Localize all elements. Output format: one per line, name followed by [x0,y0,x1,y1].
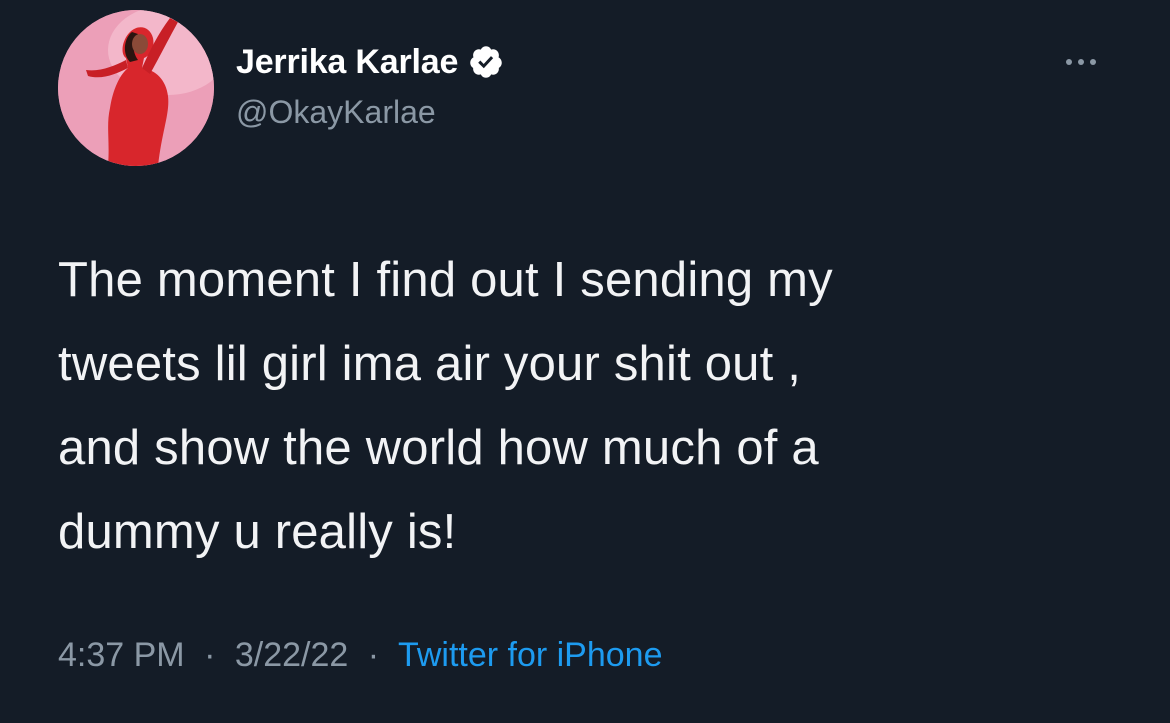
avatar[interactable] [58,10,214,166]
dot [1090,59,1096,65]
meta-separator: · [204,636,216,674]
tweet-card: Jerrika Karlae @OkayKarlae The moment I … [0,0,1170,723]
tweet-header: Jerrika Karlae @OkayKarlae [58,10,1118,170]
verified-badge-icon [468,44,504,80]
tweet-time[interactable]: 4:37 PM [58,636,185,674]
tweet-text-line: tweets lil girl ima air your shit out , [58,337,802,391]
tweet-text: The moment I find out I sending my tweet… [58,238,1118,574]
tweet-text-line: The moment I find out I sending my [58,253,833,307]
dot [1066,59,1072,65]
tweet-text-line: and show the world how much of a [58,421,819,475]
author-block: Jerrika Karlae @OkayKarlae [236,40,504,131]
tweet-text-line: dummy u really is! [58,505,457,559]
tweet-date[interactable]: 3/22/22 [235,636,348,674]
meta-separator: · [367,636,380,674]
display-name[interactable]: Jerrika Karlae [236,43,458,82]
more-options-icon[interactable] [1056,42,1106,82]
author-handle[interactable]: @OkayKarlae [236,94,504,131]
tweet-meta: 4:37 PM · 3/22/22 · Twitter for iPhone [58,636,663,675]
name-row: Jerrika Karlae [236,40,504,84]
avatar-image [58,10,214,166]
dot [1078,59,1084,65]
tweet-source-link[interactable]: Twitter for iPhone [398,636,663,674]
